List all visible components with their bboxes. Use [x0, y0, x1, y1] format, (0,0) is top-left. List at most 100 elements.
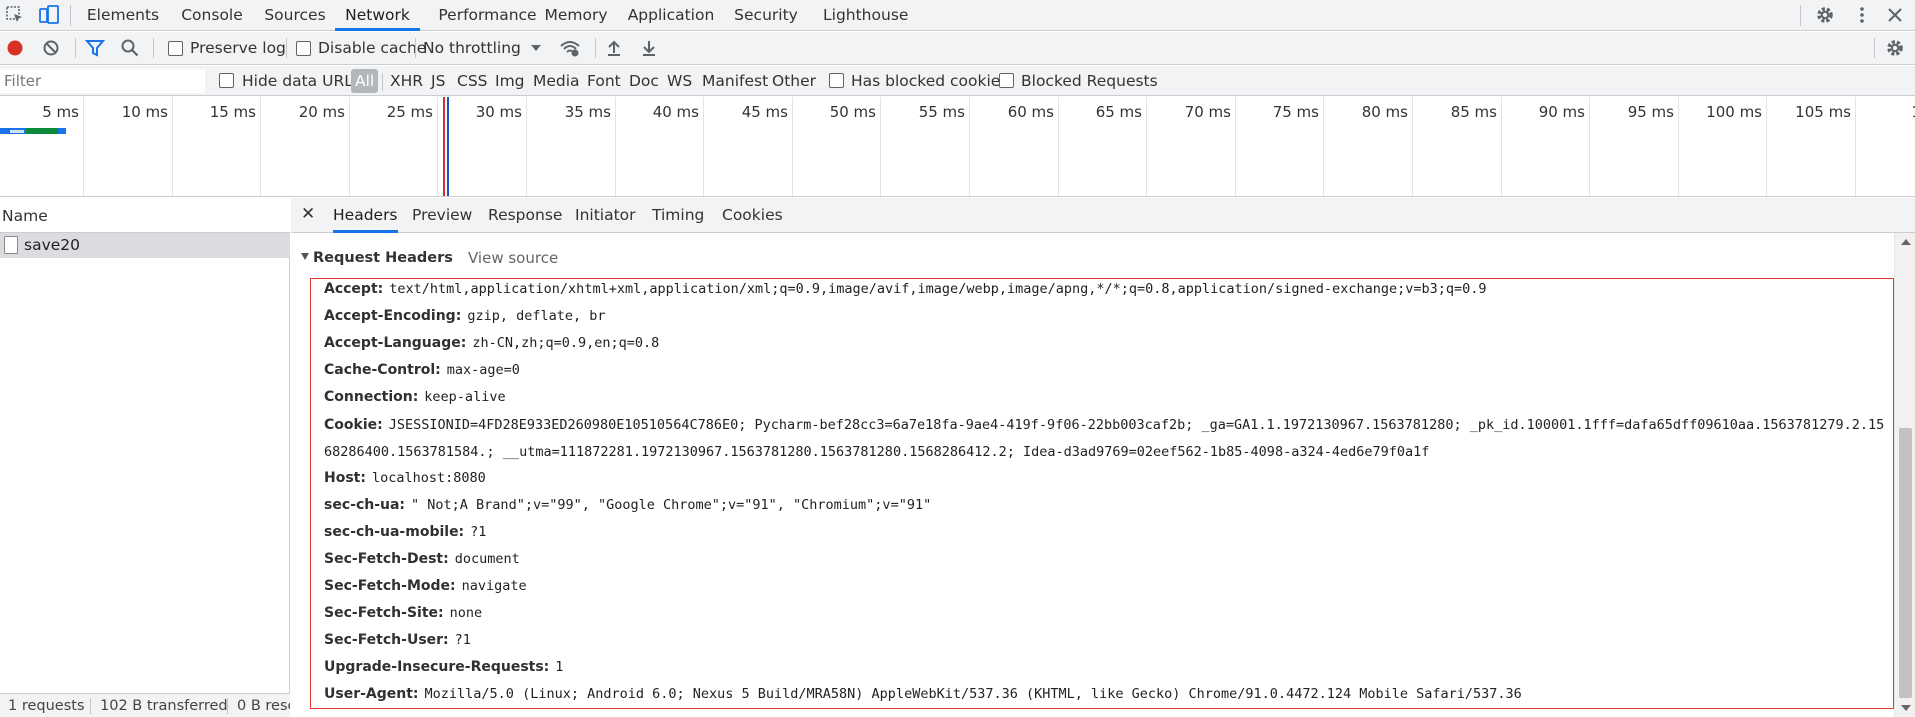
search-icon[interactable] — [119, 37, 141, 59]
toolbar-divider — [75, 38, 76, 58]
throttling-select[interactable]: No throttling — [423, 39, 521, 57]
filter-icon[interactable] — [84, 37, 106, 59]
type-filter-other[interactable]: Other — [772, 72, 816, 90]
timeline-gridline — [1058, 97, 1059, 196]
header-row: Sec-Fetch-Dest: document — [324, 551, 520, 567]
disable-cache-label: Disable cache — [318, 39, 427, 57]
devtools-tab-bar: Elements Console Sources Network Perform… — [0, 0, 1915, 31]
request-count: 1 requests — [8, 698, 85, 714]
device-toolbar-icon[interactable] — [38, 4, 60, 26]
blocked-requests-label: Blocked Requests — [1021, 72, 1158, 90]
filter-input[interactable] — [0, 69, 205, 93]
name-column-label: Name — [2, 207, 48, 225]
tab-console[interactable]: Console — [176, 0, 248, 31]
tab-initiator[interactable]: Initiator — [575, 198, 636, 233]
type-filter-all[interactable]: All — [351, 69, 379, 93]
import-har-icon[interactable] — [603, 37, 625, 59]
timeline-gridline — [437, 97, 438, 196]
disable-cache-checkbox[interactable] — [296, 41, 311, 56]
header-row: Upgrade-Insecure-Requests: 1 — [324, 659, 563, 675]
tab-security[interactable]: Security — [731, 0, 801, 31]
inspect-element-icon[interactable] — [4, 4, 26, 26]
scrollbar-thumb[interactable] — [1899, 428, 1912, 698]
type-filter-media[interactable]: Media — [533, 72, 580, 90]
more-options-icon[interactable] — [1851, 4, 1873, 26]
type-filter-doc[interactable]: Doc — [629, 72, 659, 90]
preserve-log-checkbox[interactable] — [168, 41, 183, 56]
timeline-gridline — [1235, 97, 1236, 196]
type-filter-font[interactable]: Font — [587, 72, 621, 90]
export-har-icon[interactable] — [638, 37, 660, 59]
tab-performance[interactable]: Performance — [430, 0, 545, 31]
tab-memory[interactable]: Memory — [544, 0, 608, 31]
load-event-marker — [443, 97, 445, 196]
header-key: User-Agent: — [324, 686, 419, 702]
tab-network[interactable]: Network — [335, 0, 420, 31]
timeline-overview[interactable]: 5 ms 10 ms 15 ms 20 ms 25 ms 30 ms 35 ms 40 ms 4… — [0, 97, 1915, 197]
header-row: Cache-Control: max-age=0 — [324, 362, 520, 378]
tab-elements[interactable]: Elements — [82, 0, 164, 31]
clear-icon[interactable] — [40, 37, 62, 59]
timeline-tick-label: 35 ms — [564, 103, 611, 121]
close-detail-icon[interactable]: ✕ — [301, 204, 315, 224]
header-value: max-age=0 — [446, 362, 520, 378]
network-status-bar: 1 requests 102 B transferred 0 B resc — [0, 693, 290, 717]
request-headers-title: Request Headers — [313, 250, 453, 266]
timeline-tick-label: 25 ms — [386, 103, 433, 121]
settings-gear-icon[interactable] — [1814, 4, 1836, 26]
request-detail-panel: ✕ Headers Preview Response Initiator Tim… — [291, 198, 1915, 717]
tab-lighthouse[interactable]: Lighthouse — [823, 0, 908, 31]
header-row: User-Agent: Mozilla/5.0 (Linux; Android 6… — [324, 686, 1522, 702]
header-key: Host: — [324, 470, 366, 486]
tab-response[interactable]: Response — [488, 198, 562, 233]
close-devtools-icon[interactable] — [1884, 4, 1906, 26]
timeline-tick-label: 85 ms — [1450, 103, 1497, 121]
timeline-gridline — [260, 97, 261, 196]
detail-scrollbar[interactable] — [1894, 233, 1915, 717]
network-settings-gear-icon[interactable] — [1884, 37, 1906, 59]
request-row[interactable]: save20 — [0, 233, 290, 258]
toolbar-divider — [415, 38, 416, 58]
type-filter-ws[interactable]: WS — [667, 72, 692, 90]
timeline-tick-label: 5 ms — [42, 103, 79, 121]
type-filter-img[interactable]: Img — [495, 72, 525, 90]
header-row: Sec-Fetch-Site: none — [324, 605, 482, 621]
has-blocked-cookies-checkbox[interactable] — [829, 73, 844, 88]
overview-waterfall-bar — [26, 128, 58, 134]
timeline-tick-label: 55 ms — [918, 103, 965, 121]
chevron-down-icon[interactable] — [525, 37, 547, 59]
toolbar-divider — [286, 38, 287, 58]
scroll-up-arrow-icon[interactable] — [1901, 239, 1911, 245]
tab-sources[interactable]: Sources — [260, 0, 330, 31]
tab-timing[interactable]: Timing — [652, 198, 704, 233]
record-icon[interactable] — [4, 37, 26, 59]
tab-headers[interactable]: Headers — [333, 198, 398, 233]
header-row: Host: localhost:8080 — [324, 470, 486, 486]
header-key: Sec-Fetch-Mode: — [324, 578, 456, 594]
type-filter-xhr[interactable]: XHR — [390, 72, 423, 90]
header-value: text/html,application/xhtml+xml,applicat… — [389, 281, 1487, 297]
blocked-requests-checkbox[interactable] — [999, 73, 1014, 88]
toolbar-divider — [1874, 38, 1875, 58]
preserve-log-label: Preserve log — [190, 39, 286, 57]
network-toolbar: Preserve log Disable cache No throttling — [0, 32, 1915, 65]
tab-preview[interactable]: Preview — [412, 198, 472, 233]
name-column-header[interactable]: Name — [0, 198, 290, 233]
timeline-tick-label: 90 ms — [1538, 103, 1585, 121]
tab-cookies[interactable]: Cookies — [722, 198, 783, 233]
request-headers-toggle[interactable]: Request Headers — [301, 250, 453, 266]
view-source-link[interactable]: View source — [468, 249, 558, 267]
network-conditions-icon[interactable] — [559, 37, 581, 59]
request-name: save20 — [24, 236, 81, 254]
hide-data-urls-checkbox[interactable] — [219, 73, 234, 88]
type-filter-css[interactable]: CSS — [457, 72, 488, 90]
timeline-gridline — [703, 97, 704, 196]
type-filter-js[interactable]: JS — [431, 72, 445, 90]
tab-application[interactable]: Application — [627, 0, 715, 31]
scroll-down-arrow-icon[interactable] — [1901, 705, 1911, 711]
timeline-tick-label: 70 ms — [1184, 103, 1231, 121]
has-blocked-cookies-label: Has blocked cookies — [851, 72, 1009, 90]
type-filter-manifest[interactable]: Manifest — [702, 72, 768, 90]
timeline-tick-label: 20 ms — [298, 103, 345, 121]
timeline-gridline — [1589, 97, 1590, 196]
